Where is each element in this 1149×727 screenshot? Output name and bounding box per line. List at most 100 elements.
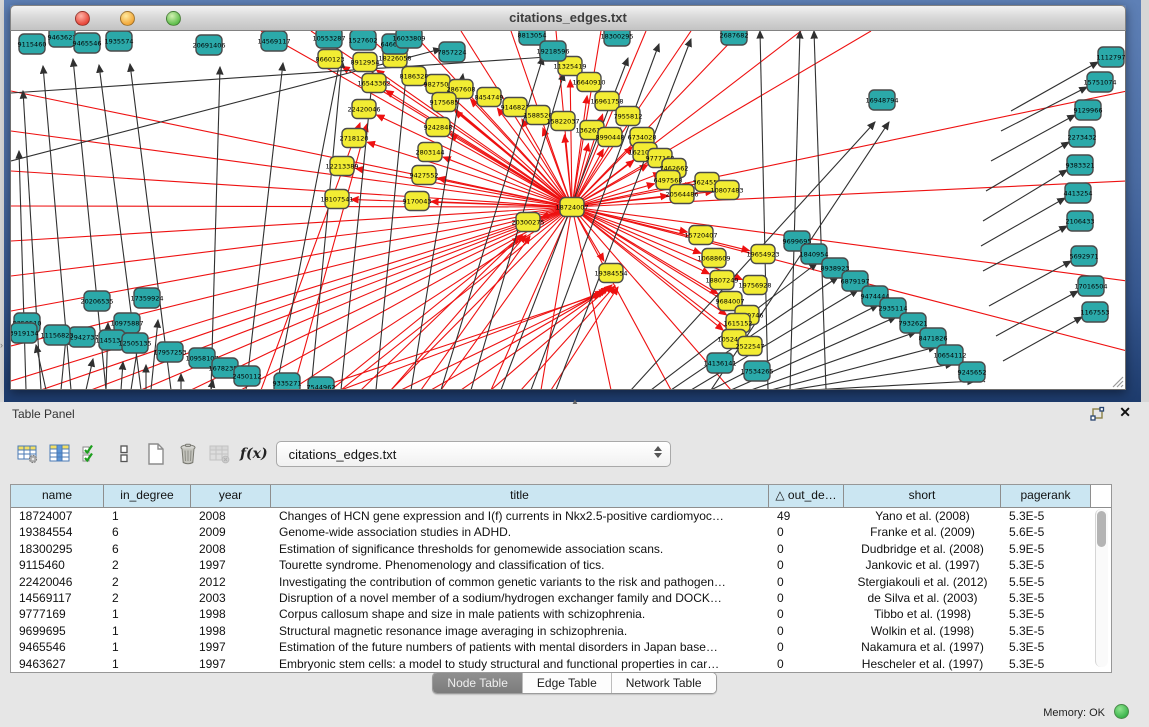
network-window-titlebar[interactable]: citations_edges.txt bbox=[10, 5, 1126, 31]
black-edge[interactable] bbox=[983, 170, 1067, 221]
network-node[interactable]: 16948794 bbox=[865, 90, 898, 110]
network-node[interactable]: 9115460 bbox=[18, 34, 47, 54]
table-row[interactable]: 2242004622012Investigating the contribut… bbox=[11, 574, 1111, 590]
black-edge[interactable] bbox=[771, 347, 936, 389]
network-node[interactable]: 2803144 bbox=[416, 143, 445, 162]
network-node[interactable]: 15751074 bbox=[1083, 72, 1116, 92]
network-node[interactable]: 7955812 bbox=[614, 107, 643, 126]
network-node[interactable]: 1112797 bbox=[1097, 47, 1125, 67]
memory-status-indicator[interactable] bbox=[1114, 704, 1129, 719]
network-node[interactable]: 15720407 bbox=[684, 226, 717, 245]
red-edge[interactable] bbox=[11, 207, 572, 276]
network-node[interactable]: 8912954 bbox=[351, 53, 380, 72]
black-edge[interactable] bbox=[811, 381, 975, 389]
column-header-short[interactable]: short bbox=[844, 485, 1001, 507]
network-node[interactable]: 14569117 bbox=[257, 31, 290, 51]
create-column-icon[interactable] bbox=[140, 439, 172, 469]
network-node[interactable]: 19654923 bbox=[746, 245, 779, 264]
network-node[interactable]: 7857224 bbox=[438, 42, 467, 62]
scrollbar-thumb[interactable] bbox=[1097, 511, 1106, 547]
black-edge[interactable] bbox=[760, 31, 768, 389]
column-header-in_degree[interactable]: in_degree bbox=[104, 485, 191, 507]
column-header-out_de[interactable]: △ out_de… bbox=[769, 485, 844, 507]
network-node[interactable]: 9129966 bbox=[1074, 100, 1103, 120]
network-window[interactable]: citations_edges.txt 86601238912954182260… bbox=[10, 5, 1126, 390]
network-node[interactable]: 8454749 bbox=[475, 88, 504, 107]
black-edge[interactable] bbox=[981, 198, 1065, 246]
red-edge[interactable] bbox=[11, 206, 572, 207]
network-node[interactable]: 17016504 bbox=[1074, 276, 1107, 296]
network-node[interactable]: 20206535 bbox=[80, 291, 113, 311]
network-node[interactable]: 1167553 bbox=[1081, 302, 1110, 322]
red-edge[interactable] bbox=[191, 207, 572, 389]
tab-edge-table[interactable]: Edge Table bbox=[523, 673, 612, 693]
network-node[interactable]: 10553287 bbox=[312, 31, 345, 48]
network-node[interactable]: 2718120 bbox=[340, 129, 369, 148]
black-edge[interactable] bbox=[311, 60, 342, 389]
column-header-title[interactable]: title bbox=[271, 485, 769, 507]
network-node[interactable]: 7544962 bbox=[307, 377, 336, 389]
black-edge[interactable] bbox=[991, 115, 1075, 161]
network-node[interactable]: 9335271 bbox=[273, 373, 302, 389]
table-row[interactable]: 1938455462009Genome-wide association stu… bbox=[11, 524, 1111, 540]
red-edge[interactable] bbox=[11, 131, 572, 207]
show-column-icon[interactable] bbox=[44, 439, 76, 469]
network-node[interactable]: 12505135 bbox=[118, 333, 151, 353]
network-node[interactable]: 10688609 bbox=[697, 249, 730, 268]
network-node[interactable]: 8660123 bbox=[316, 50, 345, 69]
close-panel-icon[interactable]: ✕ bbox=[1119, 404, 1131, 421]
table-row[interactable]: 977716911998Corpus callosum shape and si… bbox=[11, 606, 1111, 622]
zoom-window-button[interactable] bbox=[166, 11, 181, 26]
network-node[interactable]: 19218596 bbox=[536, 41, 569, 61]
network-node[interactable]: 2273432 bbox=[1068, 127, 1097, 147]
tab-node-table[interactable]: Node Table bbox=[433, 673, 523, 693]
network-node[interactable]: 2450112 bbox=[233, 366, 262, 386]
network-node[interactable]: 18807249 bbox=[705, 271, 738, 290]
network-canvas[interactable]: 8660123891295418226058165433628186328982… bbox=[10, 31, 1126, 390]
column-header-name[interactable]: name bbox=[11, 485, 104, 507]
black-edge[interactable] bbox=[983, 226, 1067, 271]
table-row[interactable]: 946554611997Estimation of the future num… bbox=[11, 639, 1111, 655]
network-node[interactable]: 18724007 bbox=[555, 198, 588, 217]
network-node[interactable]: 19384554 bbox=[594, 264, 627, 283]
network-node[interactable]: 9427552 bbox=[410, 166, 439, 185]
tab-network-table[interactable]: Network Table bbox=[612, 673, 716, 693]
table-row[interactable]: 1456911722003Disruption of a novel membe… bbox=[11, 590, 1111, 606]
network-node[interactable]: 19756928 bbox=[738, 276, 771, 295]
red-edge[interactable] bbox=[421, 236, 530, 389]
black-edge[interactable] bbox=[121, 362, 123, 389]
table-selector-dropdown[interactable]: citations_edges.txt bbox=[276, 441, 671, 467]
black-edge[interactable] bbox=[1003, 317, 1082, 361]
network-node[interactable]: 11156823 bbox=[40, 325, 73, 345]
black-edge[interactable] bbox=[751, 332, 916, 389]
network-node[interactable]: 9170043 bbox=[403, 192, 432, 211]
network-node[interactable]: 17957253 bbox=[153, 342, 186, 362]
vertical-scrollbar[interactable] bbox=[1095, 509, 1108, 667]
network-node[interactable]: 3919134 bbox=[11, 323, 38, 343]
close-window-button[interactable] bbox=[75, 11, 90, 26]
network-node[interactable]: 17359924 bbox=[130, 288, 163, 308]
red-edge[interactable] bbox=[11, 91, 572, 207]
black-edge[interactable] bbox=[790, 31, 800, 389]
network-node[interactable]: 5692971 bbox=[1070, 246, 1099, 266]
delete-column-icon[interactable] bbox=[172, 439, 204, 469]
resize-grip-icon[interactable] bbox=[1110, 374, 1124, 388]
network-node[interactable]: 9242848 bbox=[424, 118, 453, 137]
network-node[interactable]: 10807483 bbox=[710, 181, 743, 200]
network-node[interactable]: 12213389 bbox=[325, 157, 358, 176]
network-node[interactable]: 20691406 bbox=[192, 35, 225, 55]
network-node[interactable]: 14136141 bbox=[703, 353, 736, 373]
column-header-pagerank[interactable]: pagerank bbox=[1001, 485, 1091, 507]
float-panel-icon[interactable] bbox=[1089, 406, 1105, 422]
row-height-icon[interactable] bbox=[108, 439, 140, 469]
network-node[interactable]: 9175685 bbox=[430, 93, 459, 112]
table-row[interactable]: 969969511998Structural magnetic resonanc… bbox=[11, 623, 1111, 639]
network-node[interactable]: 20300275 bbox=[511, 213, 544, 232]
table-row[interactable]: 946362711997Embryonic stem cells: a mode… bbox=[11, 656, 1111, 672]
network-node[interactable]: 16543362 bbox=[357, 74, 390, 93]
network-node[interactable]: 18107541 bbox=[320, 190, 353, 209]
network-node[interactable]: 2687682 bbox=[720, 31, 749, 45]
network-node[interactable]: 18300295 bbox=[600, 31, 633, 46]
network-node[interactable]: 4413254 bbox=[1064, 183, 1093, 203]
table-row[interactable]: 1830029562008Estimation of significance … bbox=[11, 541, 1111, 557]
